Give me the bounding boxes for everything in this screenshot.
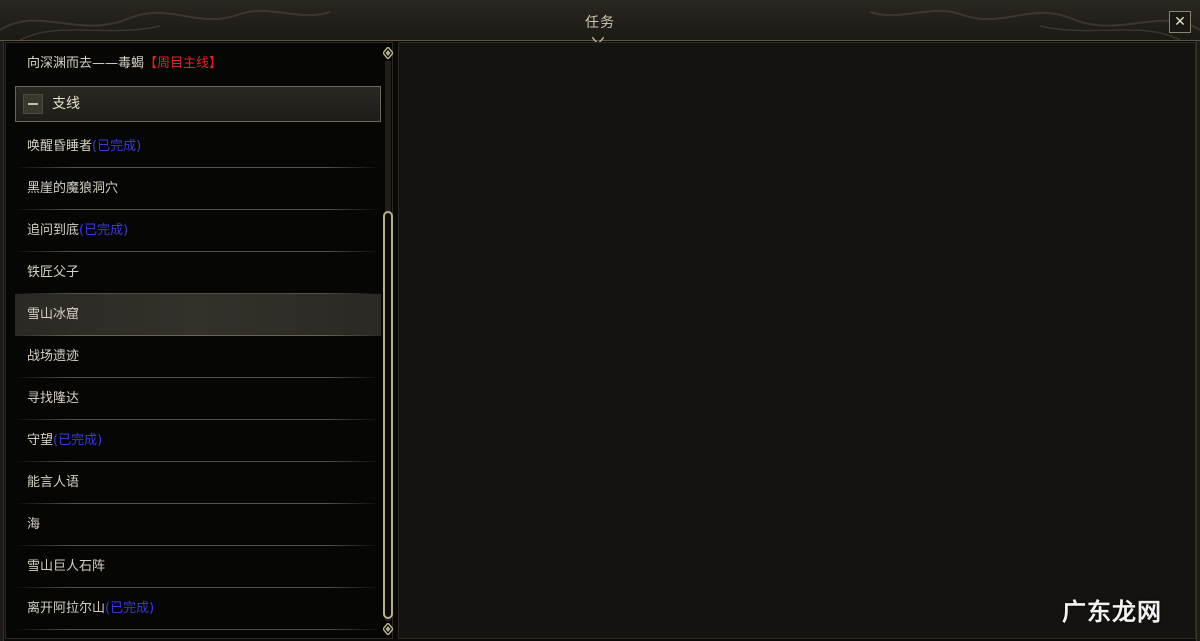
quest-name: 铁匠父子 xyxy=(27,265,80,280)
quest-name: 追问到底 xyxy=(27,223,80,238)
quest-name: 寻找隆达 xyxy=(27,391,80,406)
section-label: 支线 xyxy=(52,96,80,112)
quest-item[interactable]: 雪山巨人石阵 xyxy=(15,546,381,588)
completed-status: (已完成) xyxy=(79,223,129,238)
watermark-text: 广东龙网 xyxy=(1062,598,1162,626)
close-button[interactable]: ✕ xyxy=(1169,11,1191,33)
quest-item[interactable]: 雪山冰窟 xyxy=(15,294,381,336)
window-frame-right xyxy=(1196,0,1200,641)
quest-item[interactable]: 战场遗迹 xyxy=(15,336,381,378)
quest-detail-panel xyxy=(398,42,1196,639)
scrollbar[interactable] xyxy=(383,47,393,635)
window-frame-left xyxy=(0,0,4,641)
quest-name: 雪山巨人石阵 xyxy=(27,559,106,574)
completed-status: (已完成) xyxy=(92,139,142,154)
quest-name: 雪山冰窟 xyxy=(27,307,80,322)
quest-item[interactable]: 唤醒昏睡者(已完成) xyxy=(15,126,381,168)
quest-name: 战场遗迹 xyxy=(27,349,80,364)
scroll-thumb[interactable] xyxy=(383,211,393,619)
quest-name: 向深渊而去——毒蝎 xyxy=(27,56,145,71)
quest-list-panel: 向深渊而去——毒蝎【周目主线】 支线 唤醒昏睡者(已完成) 黑崖的魔狼洞穴 追问到底… xyxy=(5,42,393,639)
quest-item[interactable]: 铁匠父子 xyxy=(15,252,381,294)
quest-item[interactable]: 黑崖的魔狼洞穴 xyxy=(15,168,381,210)
completed-status: (已完成) xyxy=(53,433,103,448)
close-icon: ✕ xyxy=(1174,14,1186,30)
quest-item[interactable]: 离开阿拉尔山(已完成) xyxy=(15,588,381,630)
quest-name: 海 xyxy=(27,517,41,532)
completed-status: (已完成) xyxy=(105,601,155,616)
collapse-minus-icon[interactable] xyxy=(23,94,43,114)
scroll-down-icon[interactable] xyxy=(383,623,393,635)
quest-item-main[interactable]: 向深渊而去——毒蝎【周目主线】 xyxy=(15,43,381,85)
quest-item[interactable]: 能言人语 xyxy=(15,462,381,504)
quest-item[interactable]: 追问到底(已完成) xyxy=(15,210,381,252)
scroll-up-icon[interactable] xyxy=(383,47,393,59)
quest-name: 唤醒昏睡者 xyxy=(27,139,93,154)
quest-list: 向深渊而去——毒蝎【周目主线】 支线 唤醒昏睡者(已完成) 黑崖的魔狼洞穴 追问到底… xyxy=(15,43,381,630)
side-quest-items: 唤醒昏睡者(已完成) 黑崖的魔狼洞穴 追问到底(已完成) 铁匠父子 雪山冰窟 战场遗迹 寻找… xyxy=(15,126,381,630)
quest-name: 守望 xyxy=(27,433,54,448)
title-bar: 任务 ✕ xyxy=(0,0,1200,45)
quest-item[interactable]: 海 xyxy=(15,504,381,546)
window-title: 任务 xyxy=(585,15,615,31)
quest-item[interactable]: 寻找隆达 xyxy=(15,378,381,420)
quest-item[interactable]: 守望(已完成) xyxy=(15,420,381,462)
quest-name: 黑崖的魔狼洞穴 xyxy=(27,181,119,196)
quest-name: 能言人语 xyxy=(27,475,80,490)
main-quest-tag: 【周目主线】 xyxy=(144,56,223,71)
side-quest-section-header[interactable]: 支线 xyxy=(15,86,381,122)
quest-name: 离开阿拉尔山 xyxy=(27,601,106,616)
